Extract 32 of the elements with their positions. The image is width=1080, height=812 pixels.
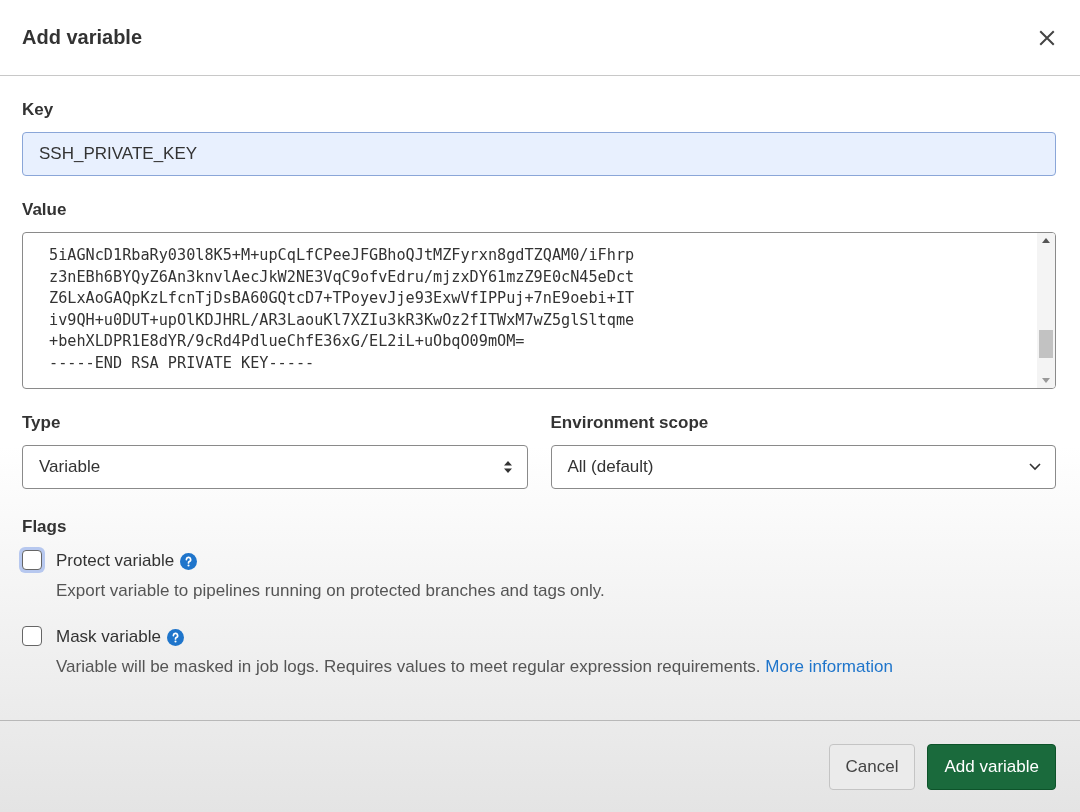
field-label: Environment scope (550, 413, 710, 433)
field-label: Value (22, 200, 68, 220)
help-icon[interactable] (166, 628, 184, 646)
add-variable-button[interactable]: Add variable (927, 743, 1056, 790)
field-label: Key (22, 100, 55, 120)
value-text-area[interactable] (22, 232, 1056, 389)
scroll-up-icon[interactable] (1041, 237, 1051, 243)
sort-arrows-icon (502, 460, 513, 474)
field-label: Flags (22, 517, 68, 537)
help-text: Export variable to pipelines running on protected branches and tags only. (56, 581, 606, 601)
checkbox[interactable] (22, 626, 42, 646)
code-line: -----END RSA PRIVATE KEY----- (49, 352, 316, 374)
checkbox-label: Mask variable (56, 627, 161, 647)
scroll-down-icon[interactable] (1041, 378, 1051, 384)
dialog-title: Add variable (22, 26, 143, 49)
code-line: z3nEBh6BYQyZ6An3knvlAecJkW2NE3VqC9ofvEdru/mjzxDY61mzZ9E0cN45eDct (49, 266, 636, 288)
type-select[interactable]: Variable (22, 445, 528, 489)
more-information-link[interactable]: More information (765, 657, 893, 676)
scope-dropdown[interactable]: All (default) (550, 445, 1056, 489)
scrollbar-thumb[interactable] (1039, 330, 1053, 358)
code-line: +behXLDPR1E8dYR/9cRd4PdlueChfE36xG/EL2iL+uObqO09mOM= (49, 331, 526, 352)
code-line: 5iAGNcD1RbaRy030l8K5+M+upCqLfCPeeJFGBhoQJtMZFyrxn8gdTZQAM0/iFhrp (49, 245, 636, 266)
checkbox-label: Protect variable (56, 551, 175, 571)
code-line: iv9QH+u0DUT+upOlKDJHRL/AR3LaouKl7XZIu3kR3KwOz2fITWxM7wZ5glSltqme (49, 309, 636, 331)
help-text: Variable will be masked in job logs. Requires values to meet regular expression requirements. More information (56, 657, 894, 677)
chevron-down-icon (1029, 463, 1041, 471)
key-input-field[interactable]: SSH_PRIVATE_KEY (22, 132, 1056, 176)
help-icon[interactable] (180, 552, 198, 570)
scrollbar[interactable] (1037, 233, 1055, 388)
field-label: Type (22, 413, 62, 433)
code-line: Z6LxAoGAQpKzLfcnTjDsBA60GQtcD7+TPoyevJje93ExwVfIPPuj+7nE9oebi+IT (49, 288, 636, 309)
cancel-button[interactable]: Cancel (828, 743, 916, 790)
